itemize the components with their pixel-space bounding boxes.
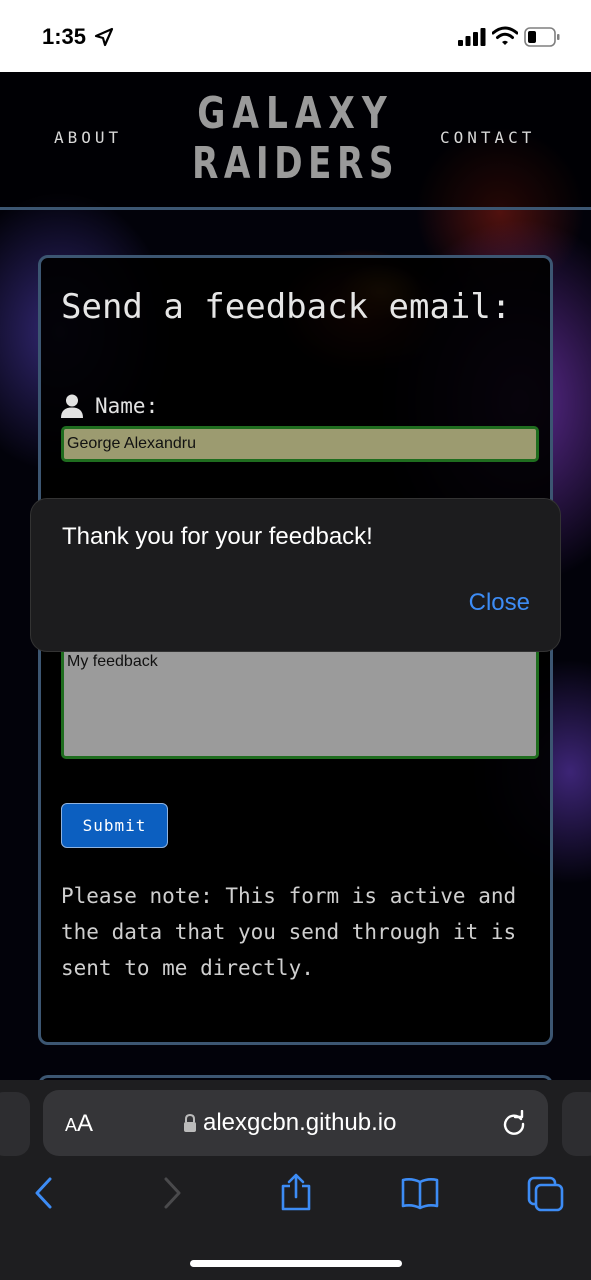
aa-small-letter: A: [65, 1115, 78, 1135]
home-indicator[interactable]: [190, 1260, 402, 1267]
page-settings-button[interactable]: AA: [65, 1110, 93, 1138]
name-label-text: Name:: [95, 394, 159, 418]
name-label: Name:: [61, 394, 158, 418]
reload-icon[interactable]: [501, 1110, 527, 1136]
submit-button[interactable]: Submit: [61, 803, 168, 848]
name-input[interactable]: [61, 426, 539, 462]
browser-toolbar: AA alexgcbn.github.io: [0, 1080, 591, 1280]
status-time: 1:35: [42, 24, 87, 49]
lock-icon: [184, 1114, 196, 1132]
location-arrow-icon: [94, 27, 114, 47]
share-icon[interactable]: [279, 1172, 313, 1212]
back-icon[interactable]: [32, 1176, 56, 1210]
form-title: Send a feedback email:: [61, 287, 512, 327]
wifi-icon: [492, 26, 518, 45]
previous-tab-pill[interactable]: [0, 1092, 30, 1156]
alert-close-button[interactable]: Close: [469, 589, 530, 617]
nav-contact-link[interactable]: CONTACT: [440, 128, 535, 147]
battery-icon: [524, 27, 560, 47]
next-tab-pill[interactable]: [562, 1092, 591, 1156]
bookmarks-icon[interactable]: [400, 1176, 440, 1210]
forward-icon[interactable]: [160, 1176, 184, 1210]
user-icon: [61, 394, 83, 418]
tabs-icon[interactable]: [527, 1176, 565, 1212]
status-bar: 1:35: [0, 0, 591, 72]
form-note: Please note: This form is active and the…: [61, 884, 517, 980]
url-text: alexgcbn.github.io: [203, 1109, 397, 1136]
alert-dialog: Thank you for your feedback! Close: [31, 499, 560, 651]
site-header: ABOUT GALAXY RAIDERS CONTACT: [0, 72, 591, 210]
alert-message: Thank you for your feedback!: [62, 523, 373, 550]
feedback-textarea[interactable]: My feedback: [61, 649, 539, 759]
cellular-signal-icon: [458, 28, 486, 46]
address-bar[interactable]: AA alexgcbn.github.io: [43, 1090, 548, 1156]
aa-large-letter: A: [77, 1110, 94, 1137]
